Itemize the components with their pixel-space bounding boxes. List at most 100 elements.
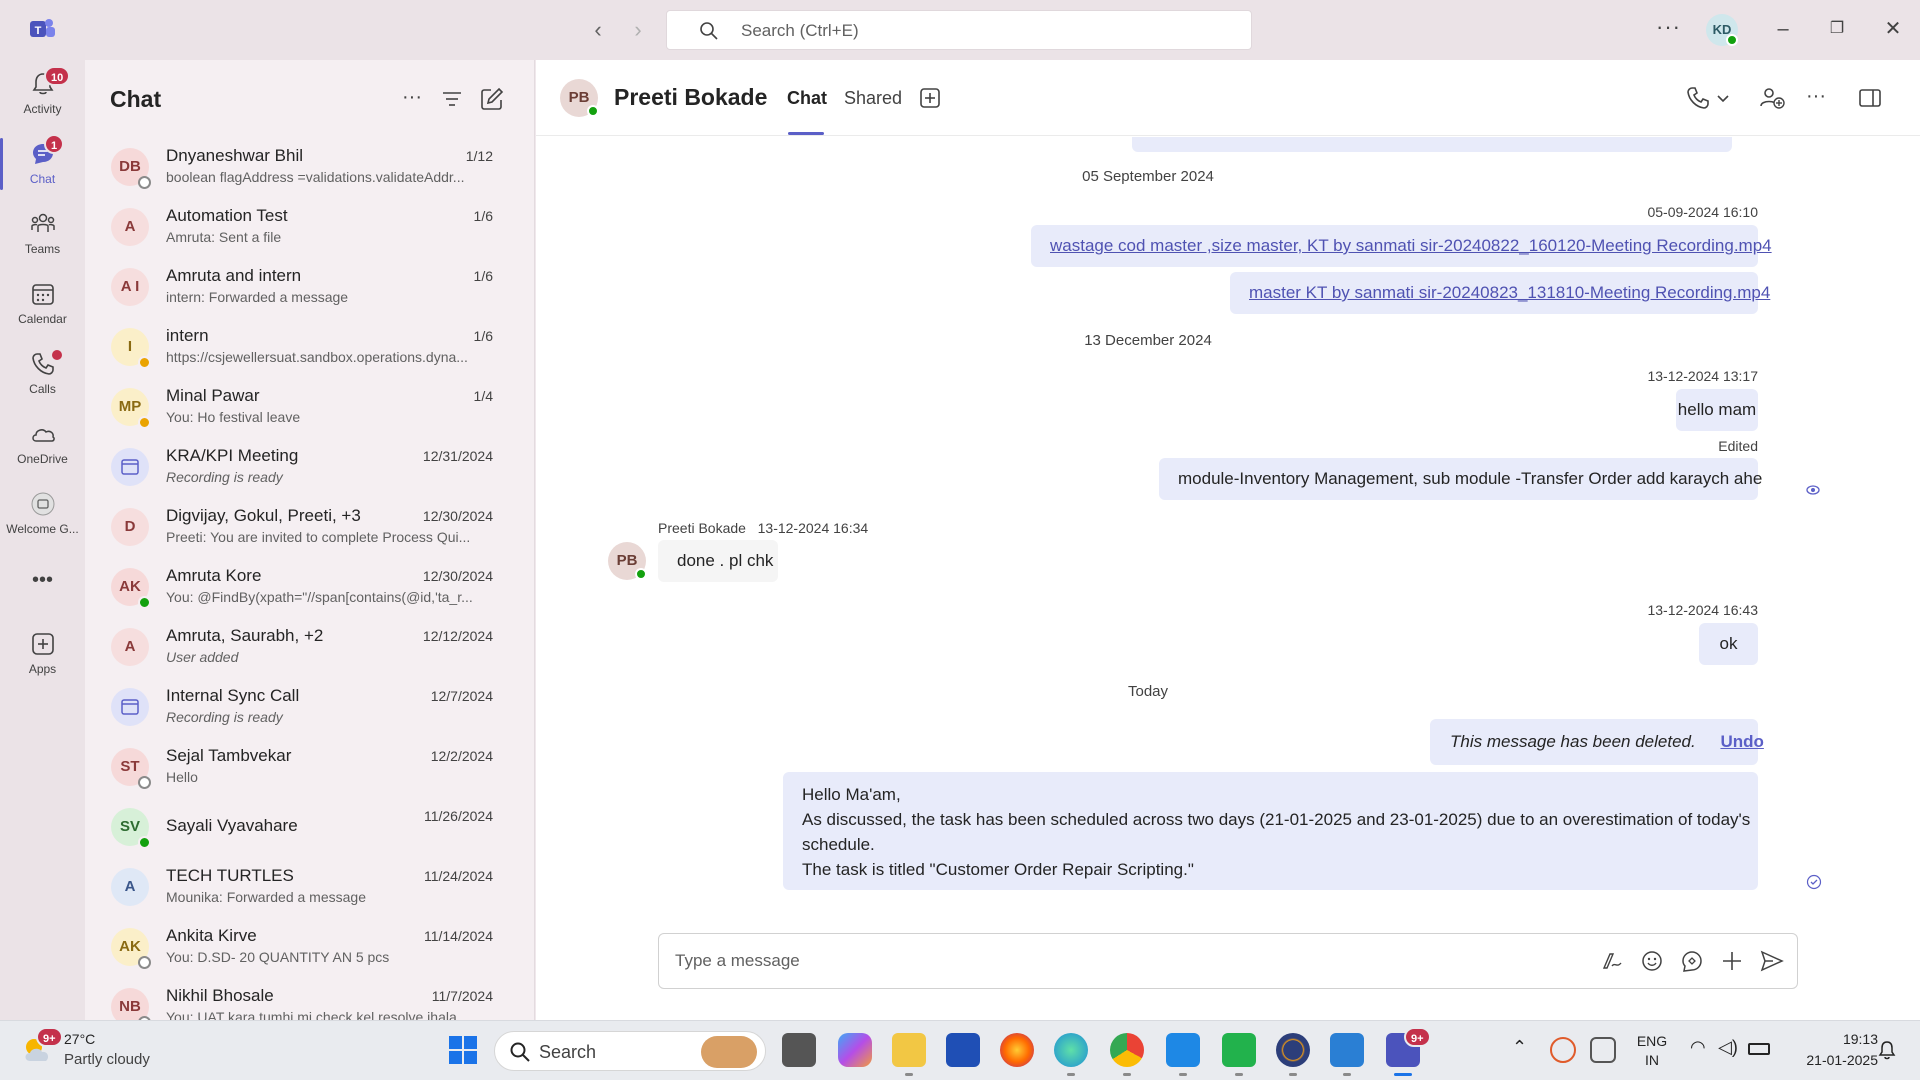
settings-more-icon[interactable]: ··· bbox=[1656, 14, 1681, 40]
search-highlight-icon bbox=[701, 1036, 757, 1068]
taskbar-search[interactable]: Search bbox=[494, 1031, 766, 1071]
message-bubble[interactable]: hello mam bbox=[1676, 389, 1758, 431]
language-region[interactable]: IN bbox=[1632, 1052, 1672, 1068]
rail-teams[interactable]: Teams bbox=[0, 204, 85, 268]
message-bubble[interactable]: ok bbox=[1699, 623, 1758, 665]
rail-apps[interactable]: Apps bbox=[0, 624, 85, 688]
chat-preview: You: D.SD- 20 QUANTITY AN 5 pcs bbox=[166, 949, 390, 965]
chevron-down-icon[interactable] bbox=[1714, 84, 1732, 112]
close-icon[interactable]: ✕ bbox=[1878, 14, 1908, 44]
more-options-icon[interactable]: ··· bbox=[399, 86, 425, 112]
battery-icon[interactable] bbox=[1748, 1043, 1770, 1055]
chat-list-item[interactable]: DB Dnyaneshwar Bhil 1/12 boolean flagAddres… bbox=[85, 136, 535, 196]
back-arrow-icon[interactable]: ‹ bbox=[584, 16, 612, 44]
chat-preview: Hello bbox=[166, 769, 198, 785]
sync-icon[interactable] bbox=[1550, 1037, 1576, 1063]
wifi-icon[interactable]: ◠ bbox=[1690, 1037, 1706, 1058]
tab-chat[interactable]: Chat bbox=[787, 88, 827, 109]
store-icon[interactable] bbox=[946, 1033, 980, 1067]
rail-calls[interactable]: Calls bbox=[0, 344, 85, 408]
recording-link[interactable]: wastage cod master ,size master, KT by s… bbox=[1050, 236, 1772, 255]
message-bubble-incoming[interactable]: done . pl chk bbox=[658, 540, 778, 582]
notepad-icon[interactable] bbox=[1330, 1033, 1364, 1067]
firefox-icon[interactable] bbox=[1000, 1033, 1034, 1067]
emoji-icon[interactable] bbox=[1639, 948, 1665, 974]
restore-icon[interactable]: ❐ bbox=[1822, 14, 1852, 44]
message-bubble-partial[interactable] bbox=[1132, 137, 1732, 152]
tray-overflow-icon[interactable]: ⌃ bbox=[1512, 1037, 1527, 1058]
chat-list-item[interactable]: D Digvijay, Gokul, Preeti, +3 12/30/2024 Pr… bbox=[85, 496, 535, 556]
message-bubble[interactable]: module-Inventory Management, sub module … bbox=[1159, 458, 1762, 500]
chat-date: 1/12 bbox=[465, 148, 493, 164]
plus-icon[interactable] bbox=[1719, 948, 1745, 974]
chat-list-item[interactable]: A Automation Test 1/6 Amruta: Sent a file bbox=[85, 196, 535, 256]
loop-icon[interactable] bbox=[1679, 948, 1705, 974]
call-icon[interactable] bbox=[1684, 84, 1712, 112]
side-panel-icon[interactable] bbox=[1856, 84, 1884, 112]
weather-description[interactable]: Partly cloudy bbox=[64, 1051, 150, 1068]
message-composer[interactable]: Type a message bbox=[658, 933, 1798, 989]
recording-link[interactable]: master KT by sanmati sir-20240823_131810… bbox=[1249, 283, 1770, 302]
deleted-message-bubble[interactable]: This message has been deleted. Undo bbox=[1430, 719, 1764, 765]
add-tab-icon[interactable] bbox=[916, 84, 944, 112]
language-code[interactable]: ENG bbox=[1632, 1033, 1672, 1049]
chat-list-item[interactable]: SV Sayali Vyavahare 11/26/2024 bbox=[85, 796, 535, 856]
format-icon[interactable] bbox=[1599, 948, 1625, 974]
chat-list-item[interactable]: Internal Sync Call 12/7/2024 Recording is … bbox=[85, 676, 535, 736]
rail-welcome[interactable]: Welcome G... bbox=[0, 484, 85, 548]
chat-list-item[interactable]: A I Amruta and intern 1/6 intern: Forwarded… bbox=[85, 256, 535, 316]
message-bubble[interactable]: Hello Ma'am, As discussed, the task has … bbox=[783, 772, 1758, 890]
search-box[interactable]: Search (Ctrl+E) bbox=[666, 10, 1252, 50]
chat-list-item[interactable]: Iintern 1/6 https://csjewellersuat.sandbox… bbox=[85, 316, 535, 376]
eclipse-icon[interactable] bbox=[1276, 1033, 1310, 1067]
edge-icon[interactable] bbox=[1054, 1033, 1088, 1067]
rail-more-apps[interactable]: ••• bbox=[0, 560, 85, 624]
spreadsheet-app-icon[interactable] bbox=[1222, 1033, 1256, 1067]
copilot-icon[interactable] bbox=[838, 1033, 872, 1067]
windows-start-icon[interactable] bbox=[446, 1033, 480, 1067]
add-app-icon bbox=[32, 633, 54, 655]
app-w-icon[interactable] bbox=[1166, 1033, 1200, 1067]
tab-shared[interactable]: Shared bbox=[844, 88, 902, 109]
add-people-icon[interactable] bbox=[1758, 84, 1786, 112]
chat-list-item[interactable]: MP Minal Pawar 1/4 You: Ho festival leave bbox=[85, 376, 535, 436]
volume-icon[interactable]: ◁) bbox=[1718, 1037, 1738, 1058]
clock-time[interactable]: 19:13 bbox=[1778, 1031, 1878, 1047]
network-off-icon[interactable] bbox=[1590, 1037, 1616, 1063]
message-bubble[interactable]: master KT by sanmati sir-20240823_131810… bbox=[1230, 272, 1770, 314]
message-area[interactable]: 05 September 2024 05-09-2024 16:10 wasta… bbox=[536, 137, 1920, 937]
file-explorer-icon[interactable] bbox=[892, 1033, 926, 1067]
presence-offline-icon bbox=[138, 956, 151, 969]
message-bubble[interactable]: wastage cod master ,size master, KT by s… bbox=[1031, 225, 1772, 267]
chat-list-item[interactable]: AK Ankita Kirve 11/14/2024 You: D.SD- 20 QU… bbox=[85, 916, 535, 976]
presence-away-icon bbox=[138, 416, 151, 429]
send-icon[interactable] bbox=[1759, 948, 1785, 974]
rail-chat[interactable]: Chat 1 bbox=[0, 134, 85, 198]
avatar bbox=[111, 688, 149, 726]
chat-list-item[interactable]: A TECH TURTLES 11/24/2024 Mounika: Forwarde… bbox=[85, 856, 535, 916]
new-chat-icon[interactable] bbox=[479, 86, 505, 112]
message-line: The task is titled "Customer Order Repai… bbox=[802, 860, 1194, 879]
clock-date[interactable]: 21-01-2025 bbox=[1778, 1052, 1878, 1068]
minimize-icon[interactable]: – bbox=[1768, 14, 1798, 44]
chat-list-item[interactable]: A Amruta, Saurabh, +2 12/12/2024 User added bbox=[85, 616, 535, 676]
teams-logo-icon[interactable]: T bbox=[28, 15, 56, 43]
rail-activity[interactable]: Activity 10 bbox=[0, 64, 85, 128]
chat-list-item[interactable]: ST Sejal Tambvekar 12/2/2024 Hello bbox=[85, 736, 535, 796]
forward-arrow-icon[interactable]: › bbox=[624, 16, 652, 44]
chat-list-item[interactable]: NB Nikhil Bhosale 11/7/2024 You: UAT kara t… bbox=[85, 976, 535, 1020]
rail-onedrive[interactable]: OneDrive bbox=[0, 414, 85, 478]
date-separator: 13 December 2024 bbox=[1084, 332, 1212, 349]
contact-name[interactable]: Preeti Bokade bbox=[614, 84, 767, 111]
task-view-icon[interactable] bbox=[782, 1033, 816, 1067]
chrome-icon[interactable] bbox=[1110, 1033, 1144, 1067]
rail-calendar[interactable]: Calendar bbox=[0, 274, 85, 338]
chat-list-item[interactable]: AK Amruta Kore 12/30/2024 You: @FindBy(xpat… bbox=[85, 556, 535, 616]
chat-name: Dnyaneshwar Bhil bbox=[166, 146, 304, 165]
chat-more-icon[interactable]: ··· bbox=[1802, 84, 1830, 112]
chat-list-item[interactable]: KRA/KPI Meeting 12/31/2024 Recording is re… bbox=[85, 436, 535, 496]
notification-bell-icon[interactable] bbox=[1876, 1039, 1898, 1061]
weather-temperature[interactable]: 27°C bbox=[64, 1031, 95, 1047]
filter-icon[interactable] bbox=[439, 86, 465, 112]
undo-link[interactable]: Undo bbox=[1720, 732, 1763, 751]
